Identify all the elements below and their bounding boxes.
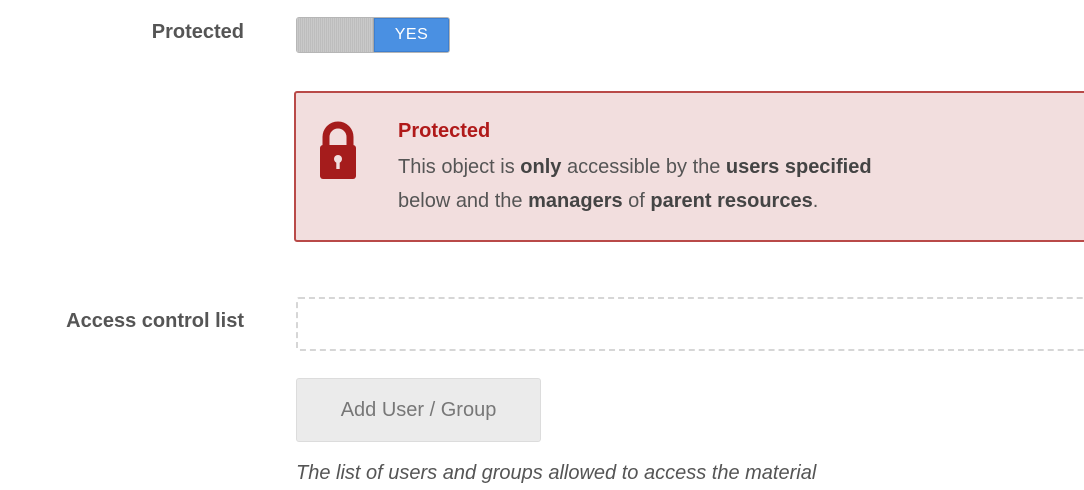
lock-icon: [320, 121, 356, 179]
protected-alert: Protected This object is only accessible…: [294, 91, 1084, 242]
toggle-yes-label[interactable]: YES: [374, 18, 449, 52]
alert-emphasis: only: [520, 156, 562, 178]
alert-text: below and the: [398, 190, 529, 212]
alert-text: accessible by the: [561, 156, 726, 178]
alert-title: Protected: [398, 120, 491, 142]
alert-emphasis: parent resources: [650, 190, 813, 212]
alert-text: .: [812, 190, 819, 212]
alert-emphasis: users specified: [725, 156, 872, 178]
alert-text: This object is: [398, 156, 521, 178]
alert-emphasis: managers: [528, 190, 623, 212]
alert-text: of: [622, 190, 651, 212]
acl-label: Access control list: [66, 310, 244, 332]
toggle-knob[interactable]: [297, 18, 374, 52]
acl-dropzone[interactable]: [296, 297, 1084, 351]
add-user-group-button[interactable]: Add User / Group: [296, 378, 541, 442]
alert-message: This object is only accessible by the us…: [398, 150, 1078, 218]
protected-label: Protected: [151, 21, 244, 43]
protected-toggle[interactable]: YES: [296, 17, 450, 53]
acl-help-text: The list of users and groups allowed to …: [296, 462, 817, 484]
